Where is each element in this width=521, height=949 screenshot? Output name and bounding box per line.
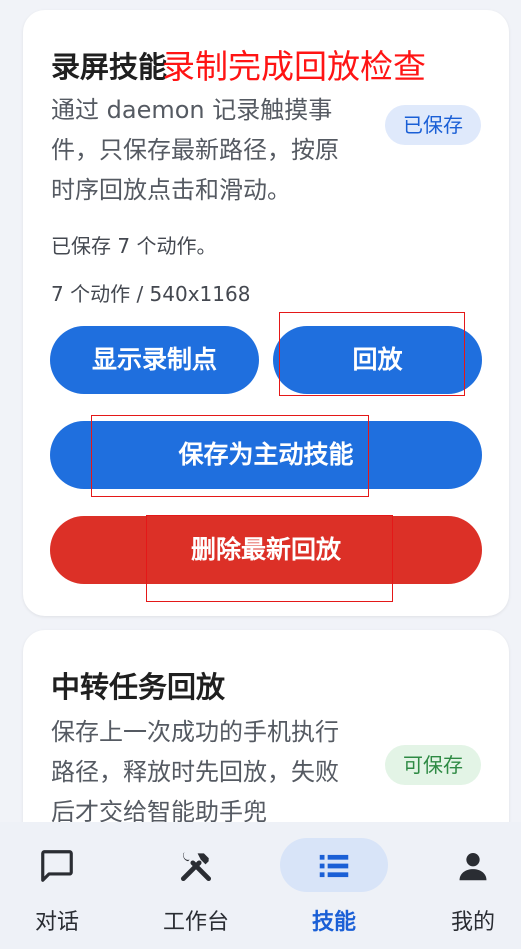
nav-label-chat: 对话	[34, 910, 79, 935]
nav-item-profile[interactable]: 我的	[408, 822, 521, 949]
record-meta-text: 7 个动作 / 540x1168	[51, 282, 251, 306]
list-icon	[319, 854, 349, 878]
nav-label-profile: 我的	[450, 910, 495, 935]
savable-status-badge: 可保存	[385, 745, 481, 785]
delete-latest-replay-button[interactable]: 删除最新回放	[50, 516, 482, 584]
record-skill-description: 通过 daemon 记录触摸事件，只保存最新路径，按原时序回放点击和滑动。	[51, 96, 339, 204]
replay-button[interactable]: 回放	[273, 326, 482, 394]
nav-label-skills: 技能	[311, 910, 356, 935]
nav-item-skills[interactable]: 技能	[269, 822, 399, 949]
nav-item-workbench[interactable]: 工作台	[131, 822, 261, 949]
chat-icon	[41, 850, 73, 882]
tools-icon	[180, 851, 212, 882]
record-skill-card: 录屏技能 通过 daemon 记录触摸事件，只保存最新路径，按原时序回放点击和滑…	[23, 10, 509, 616]
nav-item-chat[interactable]: 对话	[0, 822, 122, 949]
saved-status-badge: 已保存	[385, 105, 481, 145]
record-status-text: 已保存 7 个动作。	[51, 234, 217, 258]
nav-label-workbench: 工作台	[162, 910, 229, 935]
relay-replay-title: 中转任务回放	[51, 670, 226, 704]
annotation-label: 录制完成回放检查	[162, 47, 426, 86]
show-record-points-button[interactable]: 显示录制点	[50, 326, 259, 394]
relay-replay-description: 保存上一次成功的手机执行路径，释放时先回放，失败后才交给智能助手兜	[51, 718, 339, 826]
save-as-active-skill-button[interactable]: 保存为主动技能	[50, 421, 482, 489]
record-skill-title: 录屏技能	[51, 50, 168, 84]
bottom-navigation: 对话 工作台 技能 我的	[0, 822, 521, 949]
person-icon	[459, 853, 487, 881]
